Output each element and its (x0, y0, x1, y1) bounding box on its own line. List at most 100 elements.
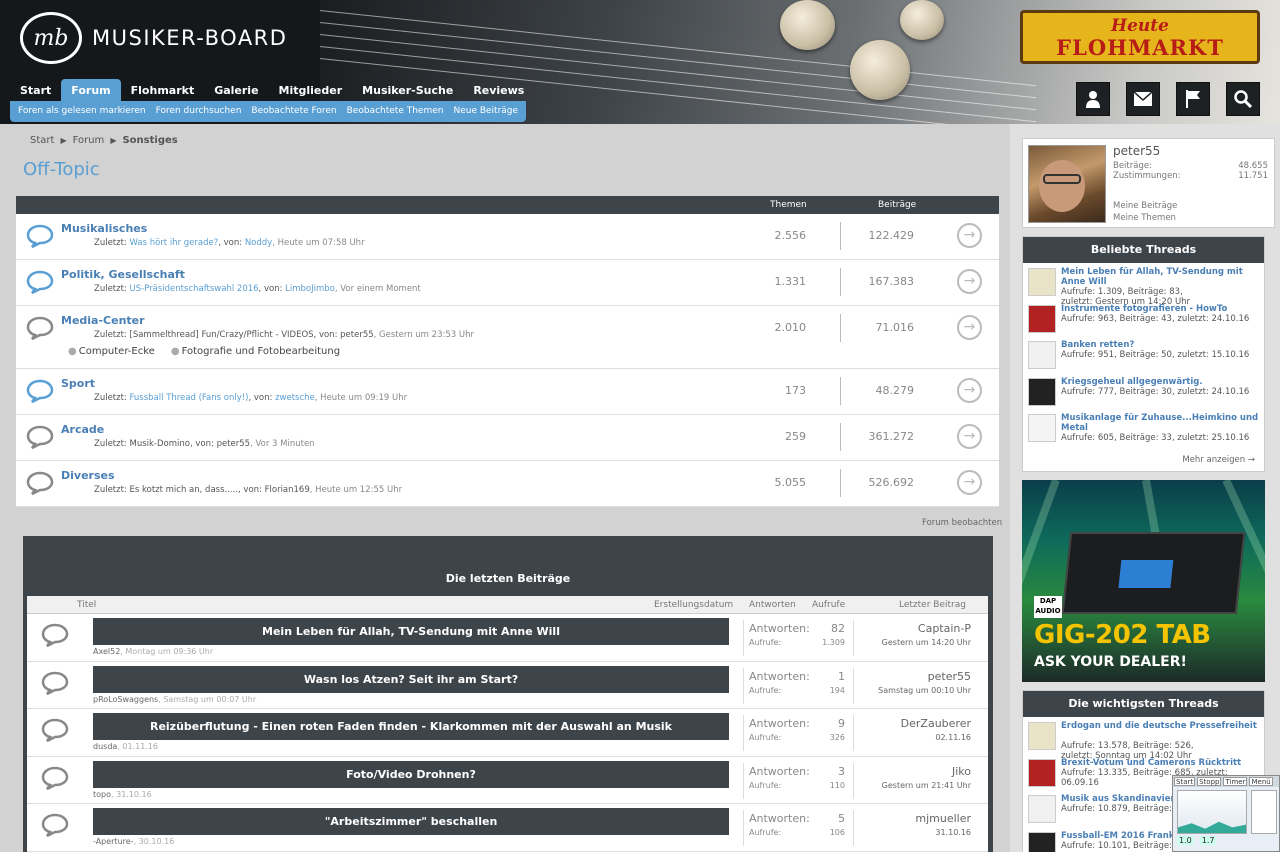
account-button[interactable] (1076, 82, 1110, 116)
thread-title-link[interactable]: Foto/Video Drohnen? (93, 760, 729, 788)
forum-title[interactable]: Media-Center (61, 314, 145, 327)
last-post-user-link[interactable]: peter55 (217, 439, 251, 449)
go-to-forum-icon[interactable]: → (957, 269, 982, 294)
thread-author-link[interactable]: topo (93, 790, 111, 799)
thread-author-link[interactable]: -Aperture- (93, 837, 134, 846)
last-post-user-link[interactable]: Captain-P (857, 622, 971, 635)
avatar[interactable] (1028, 145, 1106, 223)
latest-post-row: Mein Leben für Allah, TV-Sendung mit Ann… (27, 614, 988, 662)
forum-title[interactable]: Politik, Gesellschaft (61, 268, 185, 281)
views-value: 110 (829, 780, 845, 790)
last-post-user-link[interactable]: peter55 (857, 670, 971, 683)
col-replies-header[interactable]: Antworten (749, 600, 796, 610)
sidebar-thread-item[interactable]: Musikanlage für Zuhause...Heimkino und M… (1023, 409, 1264, 446)
nav-tab-musiker-suche[interactable]: Musiker-Suche (352, 79, 463, 103)
sidebar-thread-title[interactable]: Banken retten? (1061, 340, 1263, 350)
thread-author-link[interactable]: pRoLoSwaggens (93, 695, 158, 704)
search-forums-link[interactable]: Foren durchsuchen (151, 101, 247, 122)
site-logo[interactable]: mb MUSIKER-BOARD (20, 12, 287, 64)
sidebar-thread-item[interactable]: Mein Leben für Allah, TV-Sendung mit Ann… (1023, 263, 1264, 307)
nav-tab-reviews[interactable]: Reviews (463, 79, 534, 103)
my-posts-link[interactable]: Meine Beiträge (1113, 201, 1177, 211)
last-thread-link[interactable]: US-Präsidentschaftswahl 2016 (130, 284, 259, 294)
last-thread-link[interactable]: [Sammelthread] Fun/Crazy/Pflicht - VIDEO… (130, 330, 314, 340)
go-to-forum-icon[interactable]: → (957, 315, 982, 340)
last-thread-link[interactable]: Musik-Domino (130, 439, 190, 449)
alerts-button[interactable] (1176, 82, 1210, 116)
last-post-user-link[interactable]: zwetsche (275, 393, 315, 403)
thread-title-link[interactable]: Reizüberflutung - Einen roten Faden find… (93, 713, 729, 740)
watched-forums-link[interactable]: Beobachtete Foren (246, 101, 341, 122)
subforum-item[interactable]: ● Computer-Ecke (68, 346, 163, 357)
watched-threads-link[interactable]: Beobachtete Themen (342, 101, 449, 122)
profile-username[interactable]: peter55 (1113, 144, 1160, 158)
col-title-header[interactable]: Titel (77, 600, 96, 610)
breadcrumb-start[interactable]: Start (30, 135, 54, 146)
last-post-user-link[interactable]: Florian169 (265, 485, 310, 495)
new-posts-link[interactable]: Neue Beiträge (448, 101, 523, 122)
search-button[interactable] (1226, 82, 1260, 116)
sidebar-thread-item[interactable]: Banken retten? Aufrufe: 951, Beiträge: 50… (1023, 336, 1264, 373)
last-post-user-link[interactable]: peter55 (340, 330, 374, 340)
replies-value: 9 (838, 717, 845, 730)
widget-tab-stopp[interactable]: Stopp (1197, 777, 1222, 786)
nav-tab-mitglieder[interactable]: Mitglieder (269, 79, 353, 103)
last-thread-link[interactable]: Was hört ihr gerade? (130, 238, 219, 248)
sidebar-thread-title[interactable]: Kriegsgeheul allgegenwärtig. (1061, 377, 1263, 387)
last-post-user-link[interactable]: Jiko (857, 765, 971, 778)
thread-title-link[interactable]: Wasn los Atzen? Seit ihr am Start? (93, 665, 729, 693)
nav-tab-forum[interactable]: Forum (61, 79, 121, 103)
go-to-forum-icon[interactable]: → (957, 378, 982, 403)
last-post-user-link[interactable]: Noddy (245, 238, 272, 248)
sidebar-thread-item[interactable]: Instrumente fotografieren - HowTo Aufrufe… (1023, 300, 1264, 337)
widget-tab-timer[interactable]: Timer (1223, 777, 1248, 786)
sidebar-thread-title[interactable]: Erdogan und die deutsche Pressefreiheit (1061, 721, 1263, 731)
column-divider (853, 762, 854, 799)
widget-tab-start[interactable]: Start (1174, 777, 1196, 786)
col-created-header[interactable]: Erstellungsdatum (654, 600, 733, 610)
col-views-header[interactable]: Aufrufe (812, 600, 845, 610)
forum-title[interactable]: Diverses (61, 469, 115, 482)
thread-stats-line1: Aufrufe: 10.879, Beiträge: 7 (1061, 804, 1181, 814)
sidebar-thread-item[interactable]: Kriegsgeheul allgegenwärtig. Aufrufe: 777… (1023, 373, 1264, 410)
forum-post-count: 122.429 (868, 229, 915, 242)
thread-title-link[interactable]: Mein Leben für Allah, TV-Sendung mit Ann… (93, 618, 729, 645)
nav-tab-galerie[interactable]: Galerie (204, 79, 268, 103)
watch-forum-link[interactable]: Forum beobachten (922, 518, 1002, 528)
sidebar-thread-stats: Aufrufe: 605, Beiträge: 33, zuletzt: 25.… (1061, 433, 1263, 443)
go-to-forum-icon[interactable]: → (957, 424, 982, 449)
go-to-forum-icon[interactable]: → (957, 223, 982, 248)
last-post-user-link[interactable]: LimboJimbo (285, 284, 335, 294)
nav-tab-flohmarkt[interactable]: Flohmarkt (121, 79, 205, 103)
show-more-link[interactable]: Mehr anzeigen → (1182, 455, 1255, 465)
last-post-user-link[interactable]: DerZauberer (857, 717, 971, 730)
forum-title[interactable]: Musikalisches (61, 222, 147, 235)
forum-bubble-icon (41, 671, 69, 695)
mark-forums-read-link[interactable]: Foren als gelesen markieren (13, 101, 151, 122)
go-to-forum-icon[interactable]: → (957, 470, 982, 495)
breadcrumb-forum[interactable]: Forum (73, 135, 105, 146)
subforum-list: ● Computer-Ecke ● Fotografie und Fotobearbe… (68, 346, 356, 357)
thread-author-link[interactable]: Axel52 (93, 647, 120, 656)
flohmarkt-promo-banner[interactable]: Heute FLOHMARKT (1020, 10, 1260, 64)
widget-tab-menu[interactable]: Menü (1249, 777, 1273, 786)
inbox-button[interactable] (1126, 82, 1160, 116)
last-post-user-link[interactable]: mjmueller (857, 812, 971, 825)
sidebar-thread-title[interactable]: Brexit-Votum und Camerons Rücktritt (1061, 758, 1263, 768)
forum-title[interactable]: Sport (61, 377, 95, 390)
subforum-item[interactable]: ● Fotografie und Fotobearbeitung (171, 346, 348, 357)
thread-author-link[interactable]: dusda (93, 742, 117, 751)
nav-tab-start[interactable]: Start (10, 79, 61, 103)
col-last-post-header[interactable]: Letzter Beitrag (899, 600, 966, 610)
sidebar-thread-title[interactable]: Instrumente fotografieren - HowTo (1061, 304, 1263, 314)
advertisement-banner[interactable]: DAP AUDIO GIG-202 TAB ASK YOUR DEALER! (1022, 480, 1265, 682)
last-thread-link[interactable]: Es kotzt mich an, dass..... (130, 485, 239, 495)
speed-widget[interactable]: Start Stopp Timer Menü 1.0 1.7 (1172, 775, 1280, 852)
sidebar-thread-title[interactable]: Mein Leben für Allah, TV-Sendung mit Ann… (1061, 267, 1263, 287)
sidebar-thread-item[interactable]: Erdogan und die deutsche Pressefreiheit A… (1023, 717, 1264, 761)
my-threads-link[interactable]: Meine Themen (1113, 213, 1176, 223)
thread-title-link[interactable]: "Arbeitszimmer" beschallen (93, 808, 729, 835)
sidebar-thread-title[interactable]: Musikanlage für Zuhause...Heimkino und M… (1061, 413, 1263, 433)
forum-title[interactable]: Arcade (61, 423, 104, 436)
last-thread-link[interactable]: Fussball Thread (Fans only!) (130, 393, 249, 403)
